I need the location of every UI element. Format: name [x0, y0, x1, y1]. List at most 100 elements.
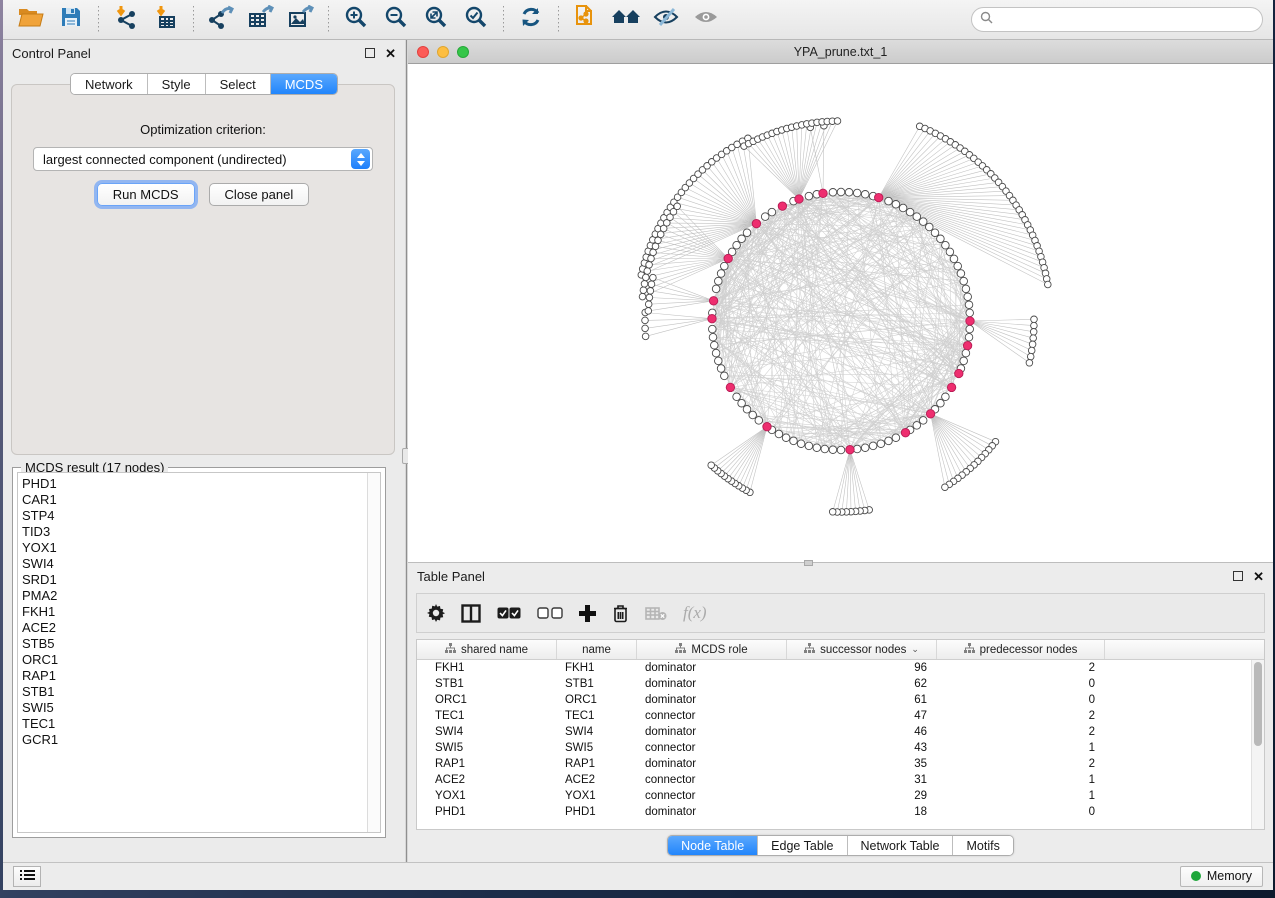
tree-icon — [445, 643, 456, 657]
search-box — [971, 7, 1263, 32]
mcds-result-list[interactable]: PHD1CAR1STP4TID3YOX1SWI4SRD1PMA2FKH1ACE2… — [22, 474, 366, 831]
refresh-icon — [519, 5, 543, 34]
cytoscape-window: Control Panel ✕ NetworkStyleSelectMCDS O… — [3, 0, 1273, 890]
scrollbar-thumb[interactable] — [1254, 662, 1262, 746]
column-header-shared-name[interactable]: shared name — [417, 640, 557, 659]
mcds-result-item[interactable]: ACE2 — [22, 620, 366, 636]
network-title: YPA_prune.txt_1 — [408, 45, 1273, 59]
tab-network[interactable]: Network — [71, 74, 148, 94]
zoom-out-button[interactable] — [378, 4, 414, 36]
table-settings-gear-icon[interactable] — [427, 604, 445, 622]
tab-select[interactable]: Select — [206, 74, 271, 94]
network-canvas[interactable] — [408, 64, 1273, 563]
task-history-button[interactable] — [13, 866, 41, 887]
toolbar-separator — [558, 6, 559, 34]
search-input[interactable] — [998, 13, 1254, 27]
table-row[interactable]: FKH1FKH1dominator962 — [417, 660, 1251, 676]
mcds-result-item[interactable]: PMA2 — [22, 588, 366, 604]
houses-icon — [611, 5, 641, 34]
table-tab-edge-table[interactable]: Edge Table — [758, 836, 847, 855]
table-panel-grip[interactable] — [804, 560, 813, 566]
mcds-result-item[interactable]: STP4 — [22, 508, 366, 524]
mcds-result-item[interactable]: YOX1 — [22, 540, 366, 556]
table-row[interactable]: SWI5SWI5connector431 — [417, 740, 1251, 756]
column-header-MCDS-role[interactable]: MCDS role — [637, 640, 787, 659]
result-scrollbar[interactable] — [367, 473, 380, 832]
table-row[interactable]: PHD1PHD1dominator180 — [417, 804, 1251, 820]
show-all-button[interactable] — [688, 4, 724, 36]
network-graph[interactable] — [408, 64, 1273, 562]
memory-status-dot — [1191, 871, 1201, 881]
open-folder-icon — [18, 6, 44, 33]
tab-style[interactable]: Style — [148, 74, 206, 94]
mcds-result-item[interactable]: TID3 — [22, 524, 366, 540]
float-table-panel-icon[interactable] — [1233, 571, 1243, 581]
table-row[interactable]: TEC1TEC1connector472 — [417, 708, 1251, 724]
table-row[interactable]: STB1STB1dominator620 — [417, 676, 1251, 692]
criterion-select[interactable]: largest connected component (undirected) — [33, 147, 373, 171]
close-panel-icon[interactable]: ✕ — [385, 47, 396, 60]
criterion-value: largest connected component (undirected) — [43, 152, 351, 167]
select-all-icon[interactable] — [497, 607, 521, 620]
table-row[interactable]: ORC1ORC1dominator610 — [417, 692, 1251, 708]
table-tab-network-table[interactable]: Network Table — [848, 836, 954, 855]
close-panel-button[interactable]: Close panel — [209, 183, 310, 206]
status-bar: Memory — [3, 862, 1273, 890]
mcds-result-item[interactable]: PHD1 — [22, 476, 366, 492]
zoom-selected-button[interactable] — [458, 4, 494, 36]
open-session-button[interactable] — [13, 4, 49, 36]
add-column-plus-icon[interactable] — [579, 605, 596, 622]
refresh-view-button[interactable] — [513, 4, 549, 36]
import-table-button[interactable] — [148, 4, 184, 36]
mcds-result-item[interactable]: TEC1 — [22, 716, 366, 732]
save-session-button[interactable] — [53, 4, 89, 36]
mcds-result-item[interactable]: SWI4 — [22, 556, 366, 572]
export-image-icon — [288, 5, 314, 34]
table-rows: FKH1FKH1dominator962STB1STB1dominator620… — [417, 660, 1251, 829]
float-panel-icon[interactable] — [365, 48, 375, 58]
node-table: shared namenameMCDS rolesuccessor nodes⌄… — [416, 639, 1265, 830]
delete-table-icon-disabled — [645, 606, 667, 621]
delete-trash-icon[interactable] — [612, 604, 629, 623]
run-mcds-button[interactable]: Run MCDS — [97, 183, 195, 206]
mcds-result-item[interactable]: GCR1 — [22, 732, 366, 748]
memory-button[interactable]: Memory — [1180, 866, 1263, 887]
table-tab-node-table[interactable]: Node Table — [668, 836, 758, 855]
column-header-successor-nodes[interactable]: successor nodes⌄ — [787, 640, 937, 659]
mcds-result-item[interactable]: CAR1 — [22, 492, 366, 508]
mcds-result-item[interactable]: SRD1 — [22, 572, 366, 588]
export-network-button[interactable] — [203, 4, 239, 36]
mcds-result-item[interactable]: FKH1 — [22, 604, 366, 620]
column-header-name[interactable]: name — [557, 640, 637, 659]
mcds-result-group: MCDS result (17 nodes) PHD1CAR1STP4TID3Y… — [12, 467, 386, 838]
column-header-predecessor-nodes[interactable]: predecessor nodes — [937, 640, 1105, 659]
duplicate-network-button[interactable] — [568, 4, 604, 36]
table-row[interactable]: SWI4SWI4dominator462 — [417, 724, 1251, 740]
tab-mcds[interactable]: MCDS — [271, 74, 337, 94]
table-row[interactable]: YOX1YOX1connector291 — [417, 788, 1251, 804]
import-network-button[interactable] — [108, 4, 144, 36]
export-table-button[interactable] — [243, 4, 279, 36]
table-row[interactable]: RAP1RAP1dominator352 — [417, 756, 1251, 772]
zoom-out-icon — [384, 5, 408, 34]
mcds-result-item[interactable]: SWI5 — [22, 700, 366, 716]
mcds-result-item[interactable]: STB1 — [22, 684, 366, 700]
mcds-result-item[interactable]: STB5 — [22, 636, 366, 652]
zoom-in-button[interactable] — [338, 4, 374, 36]
table-tab-motifs[interactable]: Motifs — [953, 836, 1012, 855]
first-neighbors-button[interactable] — [608, 4, 644, 36]
show-column-panel-icon[interactable] — [461, 604, 481, 623]
table-row[interactable]: ACE2ACE2connector311 — [417, 772, 1251, 788]
hide-selected-button[interactable] — [648, 4, 684, 36]
mcds-result-item[interactable]: ORC1 — [22, 652, 366, 668]
zoom-fit-button[interactable] — [418, 4, 454, 36]
close-table-panel-icon[interactable]: ✕ — [1253, 570, 1264, 583]
deselect-all-icon[interactable] — [537, 607, 563, 620]
mcds-result-item[interactable]: RAP1 — [22, 668, 366, 684]
sort-arrow-icon: ⌄ — [911, 644, 919, 655]
export-image-button[interactable] — [283, 4, 319, 36]
select-stepper-icon — [351, 149, 370, 169]
control-panel-tabs: NetworkStyleSelectMCDS — [3, 73, 405, 95]
table-header-row: shared namenameMCDS rolesuccessor nodes⌄… — [417, 640, 1264, 660]
table-scrollbar[interactable] — [1251, 660, 1264, 829]
